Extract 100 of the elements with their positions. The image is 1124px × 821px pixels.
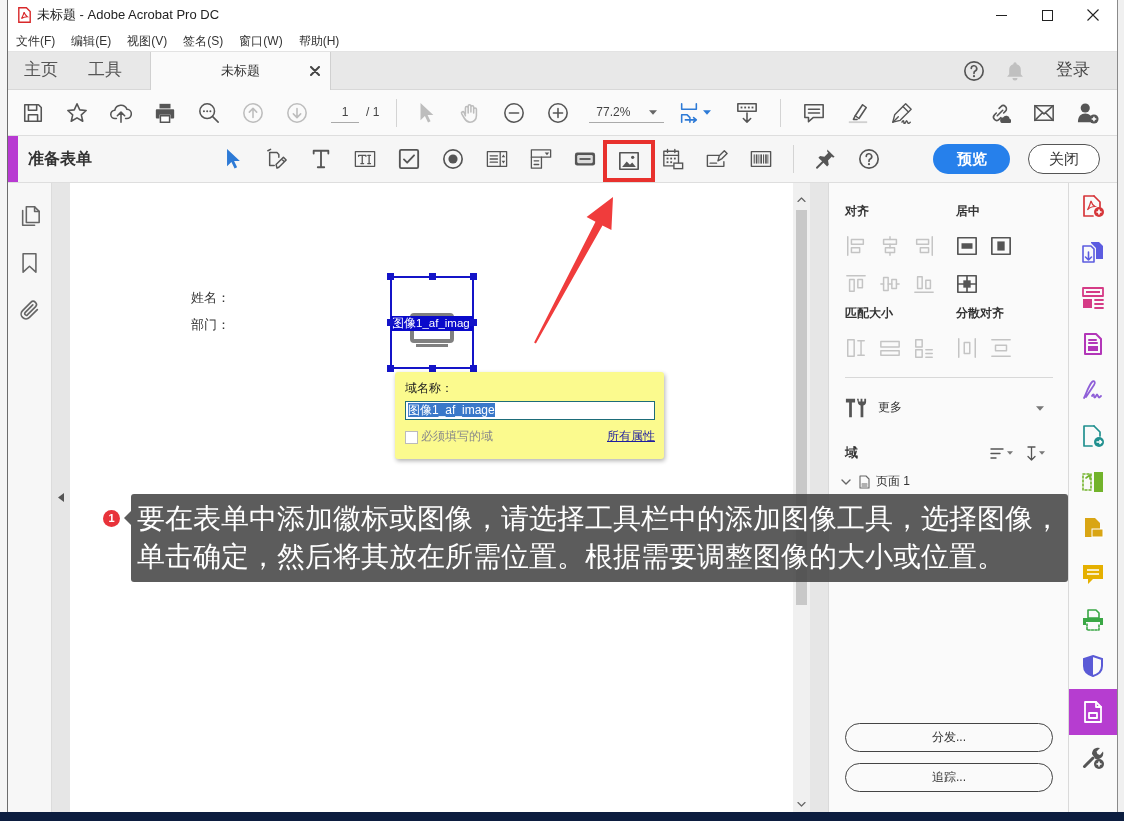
- calendar-icon[interactable]: [662, 148, 684, 170]
- search-icon[interactable]: [198, 101, 220, 124]
- tree-item-label[interactable]: 页面 1: [876, 474, 910, 490]
- resize-handle[interactable]: [470, 319, 477, 326]
- section-heading: 匹配大小: [845, 305, 894, 321]
- fields-heading: 域: [845, 444, 858, 462]
- menu-item[interactable]: 视图(V): [119, 30, 176, 51]
- caret-icon[interactable]: [1036, 405, 1044, 411]
- all-properties-link[interactable]: 所有属性: [607, 429, 655, 445]
- form-label: 部门：: [191, 316, 231, 334]
- page-count: / 1: [366, 104, 380, 121]
- help-icon[interactable]: [963, 59, 985, 82]
- wrench-plus-icon[interactable]: [1081, 746, 1105, 770]
- nav-tab[interactable]: 工具: [87, 52, 123, 89]
- more-tools-label[interactable]: 更多: [878, 400, 902, 416]
- center-horizontal-icon[interactable]: [956, 235, 978, 257]
- form-mode-title: 准备表单: [28, 148, 93, 169]
- caret-icon[interactable]: [702, 110, 711, 115]
- sign-in-button[interactable]: 登录: [1056, 59, 1090, 82]
- pushpin-icon[interactable]: [814, 148, 836, 170]
- center-vertical-icon[interactable]: [990, 235, 1012, 257]
- page-number-field[interactable]: 1: [331, 102, 359, 123]
- printer-icon[interactable]: [1081, 608, 1105, 632]
- help-icon[interactable]: [858, 148, 880, 170]
- tools-icon[interactable]: [845, 397, 867, 419]
- form-label: 姓名：: [191, 289, 231, 307]
- text-field-icon[interactable]: [354, 148, 376, 170]
- document-form-icon[interactable]: [1081, 332, 1105, 356]
- caret-icon[interactable]: [1007, 451, 1013, 455]
- scroll-down-icon[interactable]: [797, 802, 806, 807]
- comment-icon[interactable]: [803, 101, 826, 124]
- popup-label: 域名称：: [405, 380, 454, 396]
- center-both-icon[interactable]: [956, 273, 978, 295]
- pen-nib-icon[interactable]: [891, 101, 914, 124]
- selected-tool-button[interactable]: [1069, 689, 1117, 735]
- paperclip-icon[interactable]: [18, 299, 41, 321]
- resize-handle[interactable]: [470, 273, 477, 280]
- resize-handle[interactable]: [428, 365, 436, 372]
- list-box-icon[interactable]: [486, 148, 508, 170]
- chevron-down-icon[interactable]: [841, 479, 851, 485]
- caret-icon[interactable]: [649, 109, 658, 115]
- star-icon[interactable]: [66, 101, 88, 124]
- menu-item[interactable]: 文件(F): [8, 30, 64, 51]
- left-triangle-icon[interactable]: [58, 493, 64, 502]
- checkbox-icon[interactable]: [398, 148, 420, 170]
- zoom-field[interactable]: 77.2%: [589, 102, 665, 123]
- close-icon[interactable]: [310, 66, 320, 76]
- menu-item[interactable]: 签名(S): [175, 30, 232, 51]
- maximize-icon[interactable]: [1041, 9, 1053, 21]
- document-arrow-icon[interactable]: [1081, 424, 1105, 448]
- resize-handle[interactable]: [470, 365, 477, 372]
- menu-item[interactable]: 帮助(H): [290, 30, 348, 51]
- sort-order-icon[interactable]: [1027, 445, 1036, 461]
- callout-pointer-icon: [124, 511, 131, 525]
- menu-item[interactable]: 编辑(E): [63, 30, 120, 51]
- pdf-document-icon: [18, 7, 31, 23]
- section-heading: 居中: [956, 203, 981, 219]
- scroll-mode-icon[interactable]: [736, 101, 759, 124]
- sort-lines-icon[interactable]: [990, 447, 1004, 459]
- radio-button-icon[interactable]: [442, 148, 464, 170]
- close-icon[interactable]: [1087, 9, 1099, 21]
- resize-handle[interactable]: [428, 273, 436, 280]
- dropdown-icon[interactable]: [530, 148, 552, 170]
- required-checkbox[interactable]: [405, 430, 418, 444]
- signature-pen-icon[interactable]: [1081, 378, 1105, 402]
- resize-handle[interactable]: [387, 273, 394, 280]
- image-icon[interactable]: [603, 140, 655, 182]
- organize-pages-icon[interactable]: [1081, 286, 1105, 310]
- pointer-icon[interactable]: [225, 148, 241, 170]
- text-tool-icon[interactable]: [310, 148, 332, 170]
- zoom-in-icon[interactable]: [547, 101, 570, 124]
- nav-tab[interactable]: 主页: [23, 52, 59, 89]
- zoom-out-icon[interactable]: [503, 101, 526, 124]
- page-icon: [859, 475, 870, 489]
- scroll-up-icon[interactable]: [797, 197, 806, 202]
- section-heading: 对齐: [845, 203, 870, 219]
- shield-icon[interactable]: [1081, 654, 1105, 678]
- preview-button[interactable]: 预览: [933, 144, 1010, 174]
- form-document-icon: [1081, 700, 1105, 724]
- caption-text: 要在表单中添加徽标或图像，请选择工具栏中的添加图像工具，选择图像，单击确定，然后将其放在所需位置。根据需要调整图像的大小或位置。: [131, 494, 1068, 582]
- menu-item[interactable]: 窗口(W): [231, 30, 291, 51]
- print-icon[interactable]: [154, 101, 176, 124]
- field-name-input[interactable]: 图像1_af_image: [405, 401, 655, 420]
- combine-files-icon[interactable]: [1081, 240, 1105, 264]
- resize-handle[interactable]: [387, 365, 394, 372]
- resize-handle[interactable]: [387, 319, 394, 326]
- section-heading: 分散对齐: [956, 305, 1005, 321]
- signature-field-icon[interactable]: [706, 148, 728, 170]
- save-icon[interactable]: [22, 101, 44, 124]
- document-tab[interactable]: 未标题: [150, 52, 331, 90]
- add-person-icon[interactable]: [1077, 101, 1099, 124]
- document-plus-icon[interactable]: [1081, 194, 1105, 218]
- minimize-icon[interactable]: [995, 14, 1007, 16]
- bookmark-icon[interactable]: [21, 252, 38, 274]
- caret-icon[interactable]: [1039, 451, 1045, 455]
- mode-accent-bar: [8, 136, 18, 182]
- barcode-icon[interactable]: [750, 148, 772, 170]
- highlighter-icon[interactable]: [847, 101, 870, 124]
- document-pencil-icon[interactable]: [266, 148, 288, 170]
- close-button[interactable]: 关闭: [1028, 144, 1100, 174]
